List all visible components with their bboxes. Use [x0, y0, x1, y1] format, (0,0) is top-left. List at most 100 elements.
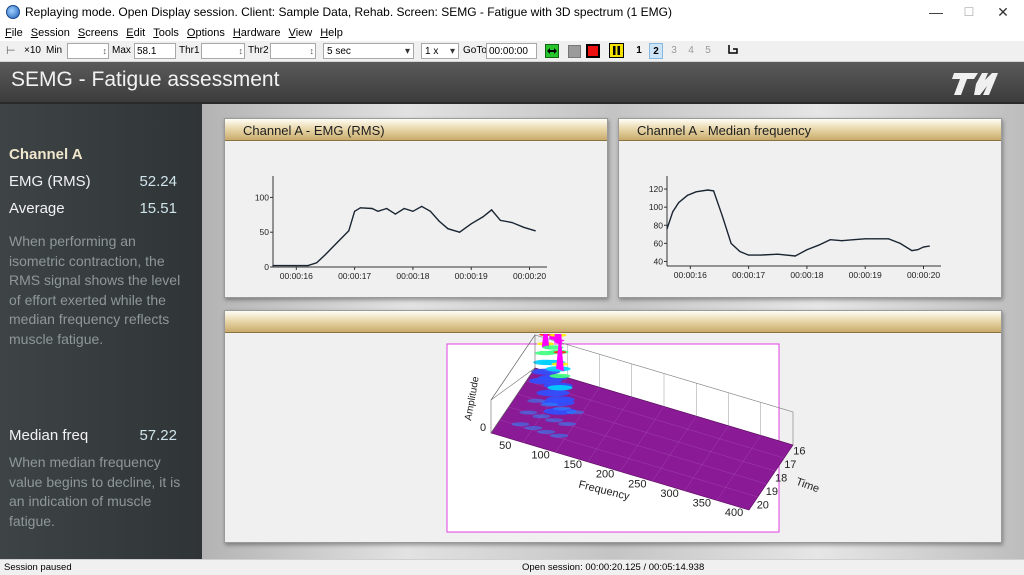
thr1-label: Thr1 [179, 45, 200, 56]
menu-bar: File Session Screens Edit Tools Options … [0, 24, 1024, 41]
layout-icon[interactable] [727, 43, 739, 59]
menu-options[interactable]: Options [187, 27, 225, 39]
average-value: 15.51 [139, 200, 177, 217]
data-point [403, 207, 405, 210]
data-point [672, 211, 674, 213]
data-point [911, 250, 913, 252]
menu-edit[interactable]: Edit [126, 27, 145, 39]
data-point [295, 265, 297, 267]
page-title: SEMG - Fatigue assessment [11, 68, 280, 91]
time-tick-label: 17 [784, 459, 796, 471]
data-point [386, 207, 388, 210]
frequency-tick-label: 50 [499, 440, 511, 452]
x-tick-label: 00:00:16 [280, 271, 313, 281]
data-point [412, 210, 414, 212]
data-point [534, 230, 536, 232]
record-red-button[interactable] [586, 44, 600, 58]
spectrum-3d-chart: 5010015020025030035040016171819200Freque… [446, 334, 821, 533]
data-point [759, 254, 761, 256]
y-tick-label: 80 [654, 220, 664, 230]
brand-logo-icon [952, 73, 998, 95]
spectrum-chart-card: 50 100 150 200 250 300 350 400 16 17 18 19 20 0 Freque… [224, 310, 1002, 543]
emg-rms-label: EMG (RMS) [9, 173, 91, 190]
data-point [841, 240, 843, 242]
page-1-button[interactable]: 1 [632, 43, 646, 59]
data-point [272, 265, 274, 267]
spectrum-peak-layer [536, 389, 570, 397]
scale-reset-icon[interactable]: ⊢ [6, 43, 16, 59]
data-point [324, 253, 327, 256]
frequency-tick-label: 350 [693, 498, 711, 510]
close-button[interactable]: ✕ [980, 0, 1024, 24]
frequency-tick-label: 100 [531, 449, 549, 461]
median-chart-card: Channel A - Median frequency 40 60 80 100 12… [618, 118, 1002, 298]
y-tick-label: 120 [649, 184, 663, 194]
x-tick-label: 00:00:19 [455, 271, 488, 281]
pause-icon[interactable] [609, 43, 624, 58]
max-input[interactable]: 58.1 [134, 43, 176, 59]
menu-screens[interactable]: Screens [78, 27, 118, 39]
emg-rms-value: 52.24 [139, 173, 177, 190]
page-4-button[interactable]: 4 [684, 43, 698, 59]
min-input[interactable] [67, 43, 109, 59]
data-point [922, 246, 925, 248]
data-point [459, 231, 461, 233]
thr1-input[interactable] [201, 43, 245, 59]
time-tick-label: 20 [757, 500, 769, 512]
page-2-button[interactable]: 2 [649, 43, 663, 59]
rms-description: When performing an isometric contraction… [9, 233, 181, 347]
data-point [917, 249, 919, 251]
rms-line-chart: 0 50 100 00:00:16 00:00:17 00:00:18 00:00:19 00… [255, 176, 547, 281]
time-tick-label: 19 [766, 486, 778, 498]
y-tick-label: 0 [264, 262, 269, 272]
median-freq-row: Median freq 57.22 [9, 427, 177, 444]
data-point [421, 205, 423, 207]
spectrum-ridge [537, 429, 556, 434]
data-point [686, 194, 688, 196]
menu-session[interactable]: Session [31, 27, 70, 39]
median-freq-label: Median freq [9, 427, 89, 444]
data-point [491, 209, 493, 211]
x-tick-label: 00:00:20 [907, 270, 940, 280]
data-point [899, 242, 901, 244]
menu-view[interactable]: View [289, 27, 313, 39]
data-point [829, 239, 831, 241]
data-point [447, 228, 449, 230]
timebase-select[interactable]: 5 sec [323, 43, 414, 60]
sync-arrows-icon[interactable] [545, 44, 559, 58]
menu-tools[interactable]: Tools [153, 27, 179, 39]
goto-input[interactable]: 00:00:00 [486, 43, 537, 59]
thr2-input[interactable] [270, 43, 316, 59]
menu-file[interactable]: File [5, 27, 23, 39]
stop-gray-button[interactable] [568, 45, 581, 58]
spectrum-ridge [558, 422, 577, 426]
data-point [695, 191, 697, 193]
page-3-button[interactable]: 3 [667, 43, 681, 59]
data-point [721, 215, 723, 217]
rms-chart-card: Channel A - EMG (RMS) 0 50 100 00:00:16 00:0… [224, 118, 608, 298]
menu-hardware[interactable]: Hardware [233, 27, 281, 39]
page-5-button[interactable]: 5 [701, 43, 715, 59]
speed-select[interactable]: 1 x [421, 43, 459, 60]
amplitude-tick-label: 0 [480, 422, 486, 434]
x-tick-label: 00:00:20 [513, 271, 546, 281]
spectrum-ridge [550, 433, 569, 438]
data-point [348, 230, 350, 232]
spectrum-ridge [519, 410, 538, 415]
time-axis-label: Time [794, 476, 821, 496]
menu-help[interactable]: Help [320, 27, 343, 39]
data-point [307, 265, 309, 267]
data-point [354, 210, 356, 212]
spectrum-ridge [540, 402, 559, 407]
spectrum-ridge [527, 398, 546, 403]
data-point [928, 245, 930, 247]
data-point [739, 250, 741, 253]
frequency-tick-label: 150 [564, 459, 582, 471]
frequency-tick-label: 400 [725, 507, 743, 519]
data-point [482, 216, 484, 218]
data-point [818, 244, 820, 246]
data-point [377, 210, 379, 212]
rms-card-title: Channel A - EMG (RMS) [225, 119, 607, 141]
status-left: Session paused [4, 562, 72, 573]
x10-toggle[interactable]: ×10 [24, 43, 41, 59]
